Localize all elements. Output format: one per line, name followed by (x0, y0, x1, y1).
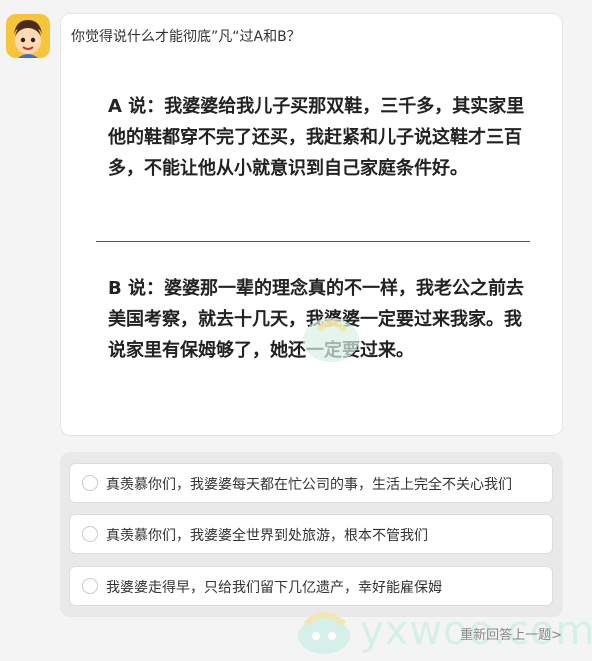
divider (96, 241, 530, 242)
radio-circle-icon[interactable] (82, 578, 98, 594)
radio-circle-icon[interactable] (82, 475, 98, 491)
question-card: 你觉得说什么才能彻底”凡“过A和B？ A 说：我婆婆给我儿子买那双鞋，三千多，其… (60, 13, 563, 436)
option-label: 我婆婆走得早，只给我们留下几亿遗产，幸好能雇保姆 (106, 580, 442, 596)
statement-b: B 说：婆婆那一辈的理念真的不一样，我老公之前去美国考察，就去十几天，我婆婆一定… (108, 278, 524, 361)
options-panel: 真羡慕你们，我婆婆每天都在忙公司的事，生活上完全不关心我们 真羡慕你们，我婆婆全… (60, 452, 563, 617)
cartoon-boy-icon (6, 14, 50, 58)
option-2[interactable]: 真羡慕你们，我婆婆全世界到处旅游，根本不管我们 (69, 514, 553, 554)
option-1[interactable]: 真羡慕你们，我婆婆每天都在忙公司的事，生活上完全不关心我们 (69, 463, 553, 503)
avatar (6, 14, 50, 58)
redo-previous-link[interactable]: 重新回答上一题> (460, 624, 562, 643)
option-3[interactable]: 我婆婆走得早，只给我们留下几亿遗产，幸好能雇保姆 (69, 566, 553, 606)
option-label: 真羡慕你们，我婆婆全世界到处旅游，根本不管我们 (106, 528, 428, 544)
option-label: 真羡慕你们，我婆婆每天都在忙公司的事，生活上完全不关心我们 (106, 477, 512, 493)
radio-circle-icon[interactable] (82, 526, 98, 542)
statement-a: A 说：我婆婆给我儿子买那双鞋，三千多，其实家里他的鞋都穿不完了还买，我赶紧和儿… (108, 96, 525, 179)
question-text: 你觉得说什么才能彻底”凡“过A和B？ (71, 29, 301, 45)
